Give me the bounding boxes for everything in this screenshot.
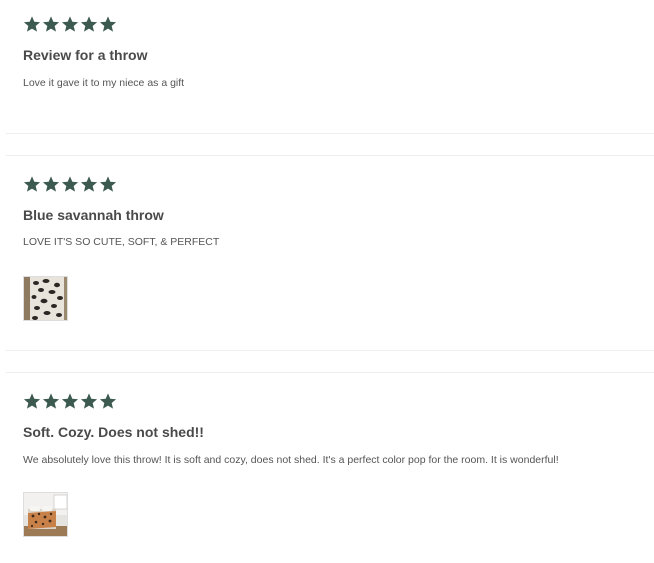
star-icon: [99, 392, 117, 410]
bedroom-throw-photo: [24, 493, 67, 536]
star-icon: [23, 392, 41, 410]
review-body: We absolutely love this throw! It is sof…: [23, 454, 559, 466]
star-icon: [42, 392, 60, 410]
star-icon: [23, 15, 41, 33]
review-body: LOVE IT'S SO CUTE, SOFT, & PERFECT: [23, 236, 220, 248]
star-icon: [61, 175, 79, 193]
review-divider: [6, 372, 654, 373]
star-icon: [99, 15, 117, 33]
star-icon: [99, 175, 117, 193]
star-icon: [80, 392, 98, 410]
review-divider: [6, 350, 654, 351]
star-icon: [80, 15, 98, 33]
star-rating: [23, 15, 117, 33]
review-photo-thumbnail[interactable]: [23, 492, 68, 537]
star-rating: [23, 175, 117, 193]
star-icon: [42, 15, 60, 33]
review-title: Blue savannah throw: [23, 207, 164, 223]
review-title: Soft. Cozy. Does not shed!!: [23, 424, 204, 440]
star-icon: [61, 392, 79, 410]
review-photo-thumbnail[interactable]: [23, 276, 68, 321]
star-icon: [61, 15, 79, 33]
star-icon: [80, 175, 98, 193]
star-icon: [42, 175, 60, 193]
review-divider: [6, 133, 654, 134]
leopard-throw-photo: [24, 277, 67, 320]
star-icon: [23, 175, 41, 193]
star-rating: [23, 392, 117, 410]
review-divider: [6, 155, 654, 156]
review-body: Love it gave it to my niece as a gift: [23, 77, 185, 89]
review-title: Review for a throw: [23, 47, 148, 63]
